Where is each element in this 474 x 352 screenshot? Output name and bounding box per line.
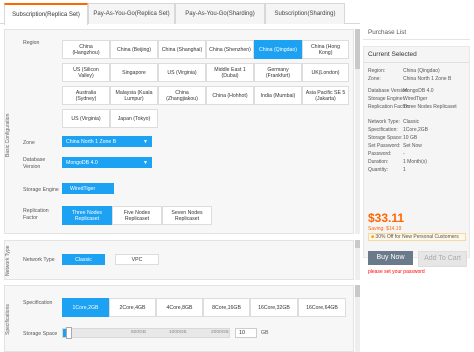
network-type-label: Network Type (23, 257, 55, 263)
specification-option[interactable]: 8Core,16GB (203, 298, 250, 317)
replication-option-selected[interactable]: Three Nodes Replicaset (62, 206, 112, 225)
specs-scrollbar[interactable] (355, 285, 360, 352)
storage-space-label: Storage Space (23, 331, 58, 337)
region-option[interactable]: China (Zhangjiakou) (158, 86, 206, 105)
purchase-summary-panel: Purchase List Current Selected Region: Ch… (363, 26, 470, 352)
slider-tick: 1000GB (169, 330, 187, 335)
promo-text: 30% Off for New Personal Customers (375, 234, 459, 240)
region-option[interactable]: Australia (Sydney) (62, 86, 110, 105)
buy-now-button[interactable]: Buy Now (368, 251, 413, 265)
tab-subscription-sharding[interactable]: Subscription(Sharding) (265, 3, 345, 24)
tag-icon: ■ (371, 234, 375, 240)
storage-unit: GB (261, 330, 269, 336)
network-option[interactable]: VPC (115, 254, 159, 265)
chevron-down-icon: ▼ (143, 138, 148, 145)
database-version-value: MongoDB 4.0 (66, 159, 98, 166)
region-option[interactable]: US (Virginia) (62, 109, 110, 128)
summary-row: Database Version: MongoDB 4.0 (368, 88, 434, 94)
region-option[interactable]: China (Hohhot) (206, 86, 254, 105)
promo-banner: ■ 30% Off for New Personal Customers (368, 233, 466, 241)
add-to-cart-button[interactable]: Add To Cart (418, 251, 467, 267)
network-type-side-label: Network Type (5, 245, 11, 277)
region-option[interactable]: Middle East 1 (Dubai) (206, 63, 254, 82)
network-option-selected[interactable]: Classic (62, 254, 105, 265)
basic-configuration-section: Basic Configuration Region China (Hangzh… (4, 29, 354, 234)
specification-option[interactable]: 16Core,64GB (298, 298, 346, 317)
slider-tick: 500GB (131, 330, 146, 335)
chevron-down-icon: ▼ (143, 159, 148, 166)
zone-label: Zone (23, 140, 35, 146)
tab-payg-sharding[interactable]: Pay-As-You-Go(Sharding) (175, 3, 265, 24)
tab-payg-replica-set[interactable]: Pay-As-You-Go(Replica Set) (88, 3, 175, 24)
summary-row: Storage Space: 10 GB (368, 135, 418, 141)
region-option[interactable]: Malaysia (Kuala Lumpur) (110, 86, 158, 105)
network-type-section: Network Type Network Type Classic VPC (4, 240, 354, 280)
summary-row: Set Password: Set Now (368, 143, 422, 149)
storage-space-input[interactable]: 10 (235, 328, 257, 338)
region-option[interactable]: China (Shenzhen) (206, 40, 254, 59)
database-version-label: Database Version (23, 157, 46, 170)
region-option[interactable]: China (Hong Kong) (302, 40, 349, 59)
storage-slider-handle[interactable] (66, 327, 72, 339)
network-scrollbar[interactable] (355, 240, 360, 280)
saving-text: Saving: $14.19 (368, 226, 402, 232)
replication-factor-label: Replication Factor (23, 208, 49, 221)
replication-option[interactable]: Five Nodes Replicaset (112, 206, 162, 225)
region-option[interactable]: US (Silicon Valley) (62, 63, 110, 82)
region-option[interactable]: Singapore (110, 63, 158, 82)
zone-select[interactable]: China North 1 Zone B ▼ (62, 136, 152, 147)
region-label: Region (23, 40, 40, 46)
summary-row: Duration: 1 Month(s) (368, 159, 427, 165)
region-option[interactable]: India (Mumbai) (254, 86, 302, 105)
region-option[interactable]: China (Hangzhou) (62, 40, 110, 59)
summary-row: Network Type: Classic (368, 119, 420, 125)
summary-row: Region: China (Qingdao) (368, 68, 440, 74)
region-option[interactable]: US (Virginia) (158, 63, 206, 82)
region-option[interactable]: China (Beijing) (110, 40, 158, 59)
purchase-list-title: Purchase List (363, 26, 470, 40)
summary-row: Replication Factor: Three Nodes Replicase… (368, 104, 457, 110)
price: $33.11 (368, 211, 405, 225)
specification-option[interactable]: 4Core,8GB (156, 298, 203, 317)
database-version-select[interactable]: MongoDB 4.0 ▼ (62, 157, 152, 168)
specification-option[interactable]: 16Core,32GB (250, 298, 298, 317)
storage-engine-option[interactable]: WiredTiger (62, 183, 114, 194)
basic-scrollbar[interactable] (355, 29, 360, 234)
storage-slider[interactable]: 500GB 1000GB 2000GB (62, 327, 230, 339)
current-selected-title: Current Selected (368, 51, 417, 58)
region-option[interactable]: China (Shanghai) (158, 40, 206, 59)
specification-option[interactable]: 2Core,4GB (109, 298, 156, 317)
tab-bar: Subscription(Replica Set) Pay-As-You-Go(… (0, 0, 360, 25)
summary-row: Password: - (368, 151, 405, 157)
replication-option[interactable]: Seven Nodes Replicaset (162, 206, 212, 225)
region-option[interactable]: UK(London) (302, 63, 349, 82)
specifications-section: Specifications Specification 1Core,2GB 2… (4, 285, 354, 352)
zone-select-value: China North 1 Zone B (66, 138, 117, 145)
region-option[interactable]: Germany (Frankfurt) (254, 63, 302, 82)
error-message: please set your password (368, 269, 425, 275)
specification-option-selected[interactable]: 1Core,2GB (62, 298, 109, 317)
specification-label: Specification (23, 300, 53, 306)
summary-row: Specification: 1Core,2GB (368, 127, 429, 133)
divider (364, 62, 469, 63)
summary-row: Quantity: 1 (368, 167, 406, 173)
region-option[interactable]: Asia Pacific SE 5 (Jakarta) (302, 86, 349, 105)
specifications-side-label: Specifications (5, 304, 11, 336)
region-option[interactable]: Japan (Tokyo) (110, 109, 158, 128)
basic-configuration-label: Basic Configuration (5, 113, 11, 157)
summary-row: Storage Engine: WiredTiger (368, 96, 428, 102)
region-option-selected[interactable]: China (Qingdao) (254, 40, 302, 59)
summary-row: Zone: China North 1 Zone B (368, 76, 452, 82)
slider-tick: 2000GB (211, 330, 229, 335)
storage-engine-label: Storage Engine (23, 187, 59, 193)
tab-subscription-replica-set[interactable]: Subscription(Replica Set) (4, 3, 88, 25)
